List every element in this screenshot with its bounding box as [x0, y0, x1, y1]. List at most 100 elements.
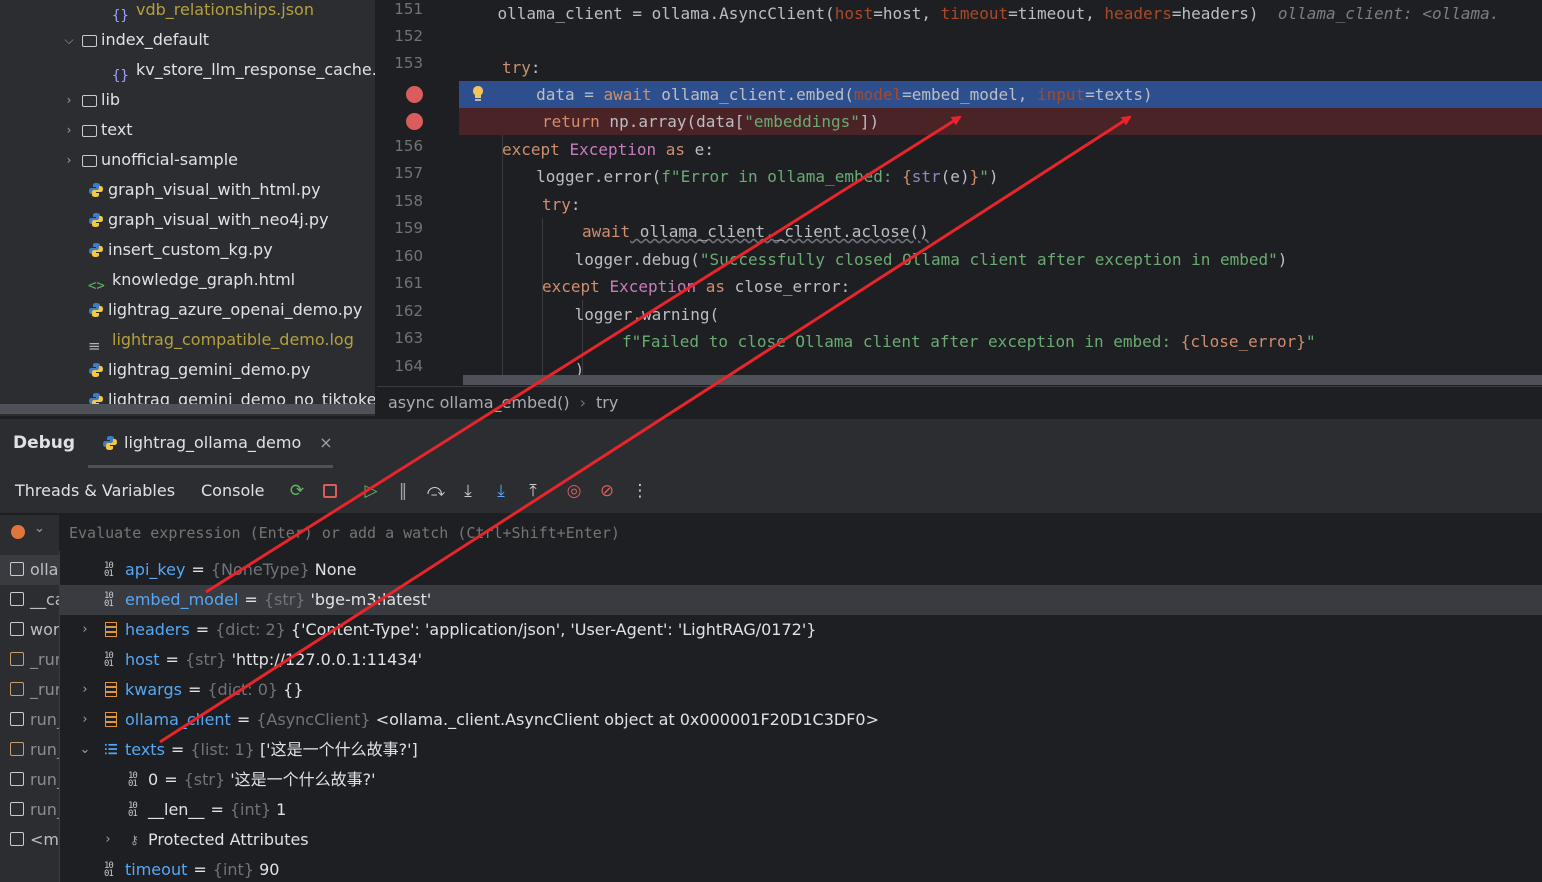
resume-icon[interactable]: ▷ [360, 480, 382, 502]
step-into-icon[interactable]: ⤓ [457, 480, 479, 502]
variable-row-host[interactable]: 10 01 host = {str} 'http://127.0.0.1:11434' [60, 645, 1542, 675]
code-line-153[interactable]: try: [502, 54, 1542, 81]
code-line-158[interactable]: try: [542, 191, 1542, 218]
variable-row-embed-model[interactable]: 10 01 embed_model = {str} 'bge-m3:latest' [60, 585, 1542, 615]
chevron-down-icon[interactable]: ⌄ [78, 735, 92, 765]
line-number: 161 [394, 274, 423, 292]
mute-breakpoints-icon[interactable]: ⊘ [596, 480, 618, 502]
chevron-right-icon[interactable]: › [78, 675, 92, 705]
breakpoint-icon[interactable] [406, 113, 423, 130]
editor-gutter[interactable]: 151 152 153 156 157 158 159 160 161 162 … [377, 0, 459, 384]
object-variable-icon [105, 712, 117, 727]
tree-item-unofficial-sample[interactable]: › unofficial-sample [62, 145, 238, 175]
chevron-right-icon[interactable]: › [62, 85, 76, 115]
more-options-icon[interactable]: ⋮ [629, 480, 651, 502]
dict-variable-icon [105, 622, 117, 637]
chevron-right-icon[interactable]: › [101, 825, 115, 855]
breadcrumb-item[interactable]: async ollama_embed() [388, 393, 570, 412]
view-breakpoints-icon[interactable]: ◎ [563, 480, 585, 502]
chevron-right-icon[interactable]: › [62, 145, 76, 175]
variable-row-texts-0[interactable]: 10 01 0 = {str} '这是一个什么故事?' [60, 765, 1542, 795]
code-line-162[interactable]: logger.warning( [459, 301, 1542, 328]
chevron-right-icon[interactable]: › [62, 115, 76, 145]
variable-row-timeout[interactable]: 10 01 timeout = {int} 90 [60, 855, 1542, 882]
breadcrumb-item[interactable]: try [596, 393, 618, 412]
stop-icon[interactable] [319, 480, 341, 502]
tab-console[interactable]: Console [201, 481, 265, 500]
tree-item-kv-store[interactable]: {} kv_store_llm_response_cache.js [112, 55, 375, 85]
step-over-icon[interactable]: ⤼ [425, 480, 447, 502]
code-editor[interactable]: ollama_client = ollama.AsyncClient(host=… [459, 0, 1542, 384]
frame-item[interactable]: run_ [0, 705, 59, 735]
step-out-icon[interactable]: ⤒ [522, 480, 544, 502]
tree-item-index-default[interactable]: ⌵ index_default [62, 25, 209, 55]
variable-row-ollama-client[interactable]: › ollama_client = {AsyncClient} <ollama._c… [60, 705, 1542, 735]
frame-item[interactable]: olla [0, 555, 59, 585]
frame-item[interactable]: wor [0, 615, 59, 645]
primitive-variable-icon: 10 01 [104, 651, 114, 669]
tree-item-azure-openai-demo[interactable]: lightrag_azure_openai_demo.py [88, 295, 362, 325]
project-horizontal-scrollbar[interactable] [0, 404, 375, 414]
tree-item-graph-visual-neo4j[interactable]: graph_visual_with_neo4j.py [88, 205, 329, 235]
code-line-156[interactable]: except Exception as e: [502, 136, 1542, 163]
debug-session-tab[interactable]: lightrag_ollama_demo × [102, 433, 333, 452]
code-line-157[interactable]: logger.error(f"Error in ollama_embed: {s… [459, 163, 1542, 190]
frame-item[interactable]: _rur [0, 645, 59, 675]
code-line-151[interactable]: ollama_client = ollama.AsyncClient(host=… [459, 0, 1542, 27]
code-line-155-breakpoint[interactable]: return np.array(data["embeddings"]) [459, 108, 1542, 135]
code-line-159[interactable]: await ollama_client._client.aclose() [582, 218, 1542, 245]
line-number: 160 [394, 247, 423, 265]
debug-session-label: lightrag_ollama_demo [124, 433, 302, 452]
variable-row-texts[interactable]: ⌄ texts = {list: 1} ['这是一个什么故事?'] [60, 735, 1542, 765]
tree-item-graph-visual-html[interactable]: graph_visual_with_html.py [88, 175, 321, 205]
variable-row-api-key[interactable]: 10 01 api_key = {NoneType} None [60, 555, 1542, 585]
tree-item-label: knowledge_graph.html [112, 270, 296, 289]
variable-row-headers[interactable]: › headers = {dict: 2} {'Content-Type': 'ap… [60, 615, 1542, 645]
variable-row-texts-len[interactable]: 10 01 __len__ = {int} 1 [60, 795, 1542, 825]
pause-icon[interactable]: ‖ [392, 480, 414, 502]
json-file-icon: {} [112, 8, 129, 24]
frame-icon [10, 592, 24, 606]
frame-item[interactable]: run_ [0, 765, 59, 795]
breadcrumb: async ollama_embed() › try [377, 386, 1542, 418]
tree-item-lib[interactable]: › lib [62, 85, 120, 115]
evaluate-expression-input[interactable] [59, 515, 1542, 551]
tree-item-gemini-demo[interactable]: lightrag_gemini_demo.py [88, 355, 310, 385]
inline-value-hint: ollama_client: <ollama. [1277, 4, 1500, 23]
editor-horizontal-scrollbar[interactable] [463, 375, 1542, 385]
chevron-down-icon[interactable]: ⌄ [34, 521, 45, 536]
step-into-my-code-icon[interactable]: ⤓ [490, 480, 512, 502]
debug-title: Debug [13, 433, 76, 453]
evaluate-bar: ⌄ [0, 514, 1542, 552]
code-line-154-execution[interactable]: data = await ollama_client.embed(model=e… [459, 81, 1542, 108]
tree-item-knowledge-graph-html[interactable]: <> knowledge_graph.html [88, 265, 295, 295]
frame-item[interactable]: run_ [0, 795, 59, 825]
code-line-161[interactable]: except Exception as close_error: [542, 273, 1542, 300]
frame-item[interactable]: <m [0, 825, 59, 855]
chevron-down-icon[interactable]: ⌵ [62, 25, 76, 55]
variable-row-kwargs[interactable]: › kwargs = {dict: 0} {} [60, 675, 1542, 705]
frame-icon [10, 832, 24, 846]
code-line-163[interactable]: f"Failed to close Ollama client after ex… [622, 328, 1542, 355]
chevron-right-icon[interactable]: › [78, 705, 92, 735]
close-icon[interactable]: × [319, 433, 332, 452]
tree-item-vdb-relationships[interactable]: {} vdb_relationships.json [112, 0, 314, 25]
frame-item[interactable]: _rur [0, 675, 59, 705]
variable-row-protected-attributes[interactable]: › ⚷ Protected Attributes [60, 825, 1542, 855]
python-file-icon [89, 363, 103, 377]
tree-item-insert-custom-kg[interactable]: insert_custom_kg.py [88, 235, 273, 265]
frame-item[interactable]: run_ [0, 735, 59, 765]
tree-item-label: text [101, 120, 133, 139]
code-line-160[interactable]: logger.debug("Successfully closed Ollama… [459, 246, 1542, 273]
frame-item[interactable]: __ca [0, 585, 59, 615]
chevron-right-icon[interactable]: › [78, 615, 92, 645]
python-file-icon [89, 183, 103, 197]
rerun-icon[interactable]: ⟳ [286, 480, 308, 502]
tab-threads-variables[interactable]: Threads & Variables [15, 481, 175, 500]
tree-item-label: lightrag_compatible_demo.log [112, 330, 354, 349]
frame-icon [10, 562, 24, 576]
tree-item-text[interactable]: › text [62, 115, 133, 145]
tree-item-compatible-demo-log[interactable]: ≡ lightrag_compatible_demo.log [88, 325, 354, 355]
frame-icon [10, 772, 24, 786]
breakpoint-icon[interactable] [406, 86, 423, 103]
